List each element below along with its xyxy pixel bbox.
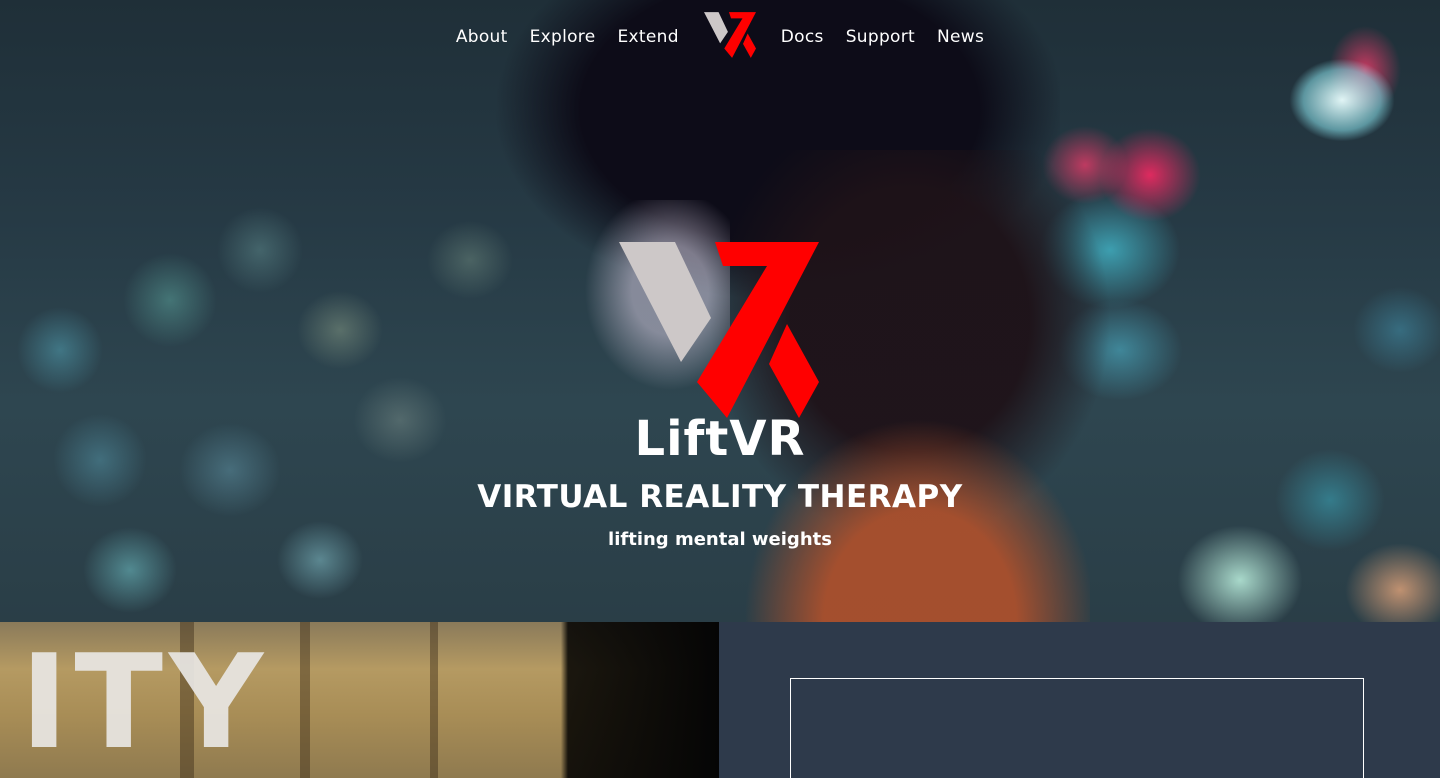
nav-link-about[interactable]: About xyxy=(456,27,508,47)
photo-frame-divider xyxy=(430,622,438,778)
nav-link-explore[interactable]: Explore xyxy=(530,27,596,47)
liftvr-logo-icon[interactable] xyxy=(703,12,756,58)
nav-link-extend[interactable]: Extend xyxy=(618,27,679,47)
brand-title: LiftVR xyxy=(634,411,806,467)
lower-content-panel xyxy=(719,622,1440,778)
liftvr-hero-logo-icon xyxy=(619,242,819,418)
hero-section: About Explore Extend Docs Support News L… xyxy=(0,0,1440,622)
photo-frame-divider xyxy=(300,622,310,778)
top-nav: About Explore Extend Docs Support News xyxy=(0,0,1440,74)
photo-sign-text: ITY xyxy=(20,626,270,778)
lower-photo: ITY xyxy=(0,622,719,778)
hero-subtagline: lifting mental weights xyxy=(608,529,832,550)
hero-tagline: VIRTUAL REALITY THERAPY xyxy=(477,479,963,515)
nav-link-support[interactable]: Support xyxy=(846,27,915,47)
page: About Explore Extend Docs Support News L… xyxy=(0,0,1440,778)
lower-section: ITY xyxy=(0,622,1440,778)
nav-link-docs[interactable]: Docs xyxy=(781,27,824,47)
content-box xyxy=(790,678,1364,778)
nav-link-news[interactable]: News xyxy=(937,27,984,47)
